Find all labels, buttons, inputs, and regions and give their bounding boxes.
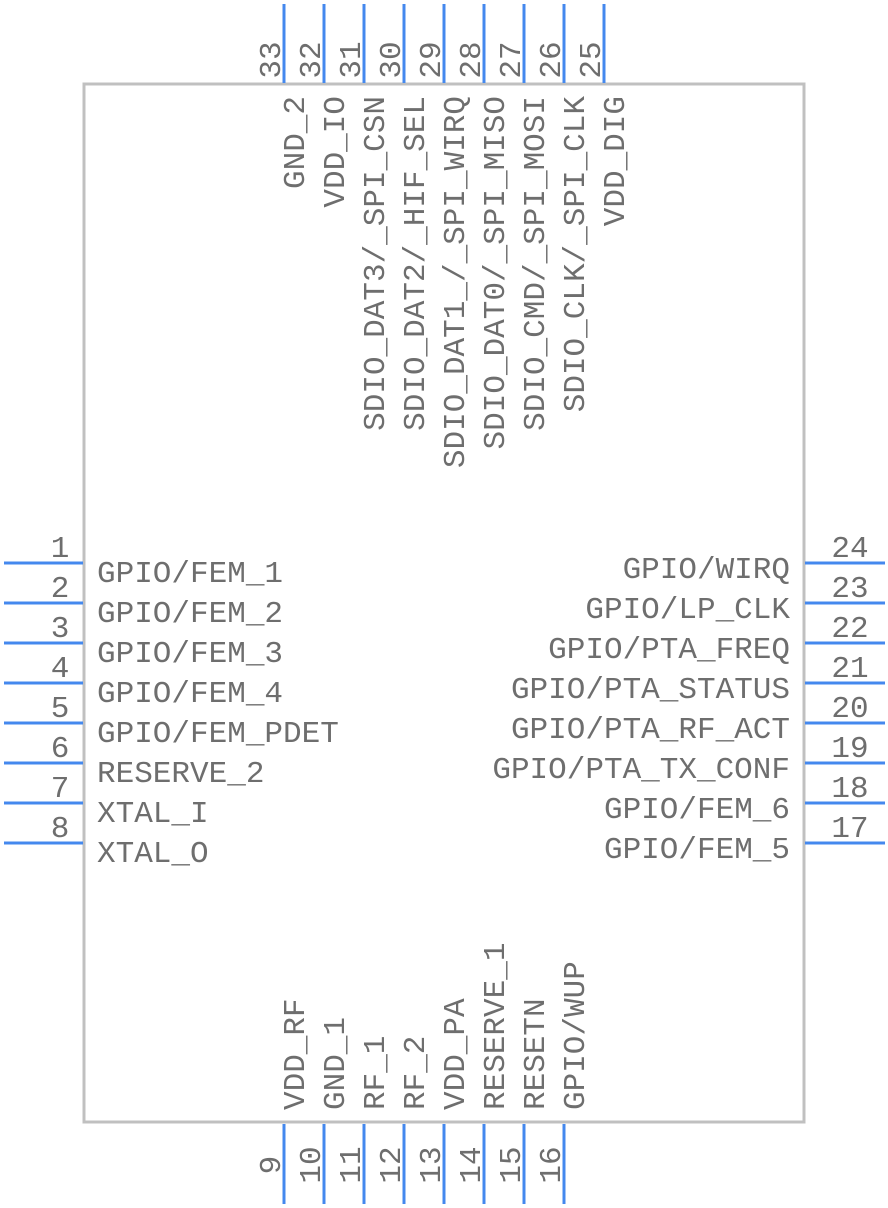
pin-20-number: 20 (831, 692, 868, 727)
pin-4-number: 4 (51, 652, 70, 687)
pin-12-number: 12 (375, 1146, 410, 1183)
pin-22-number: 22 (831, 612, 868, 647)
pin-15-name: RESETN (519, 998, 554, 1110)
pin-17-name: GPIO/FEM_5 (604, 833, 790, 868)
pin-18-name: GPIO/FEM_6 (604, 793, 790, 828)
pin-14-name: RESERVE_1 (479, 943, 514, 1110)
pin-21-name: GPIO/PTA_STATUS (511, 673, 790, 708)
pin-10-name: GND_1 (319, 1017, 354, 1110)
pin-12-name: RF_2 (399, 1036, 434, 1110)
pin-28-number: 28 (455, 41, 490, 78)
pin-31-number: 31 (335, 41, 370, 78)
pin-25-name: VDD_DIG (599, 96, 634, 226)
pin-5-name: GPIO/FEM_PDET (97, 717, 339, 752)
pin-26-name: SDIO_CLK/_SPI_CLK (559, 96, 594, 413)
pin-33-name: GND_2 (279, 96, 314, 189)
pin-3-number: 3 (51, 612, 70, 647)
pin-7-number: 7 (51, 772, 70, 807)
pin-32-name: VDD_IO (319, 96, 354, 208)
pin-26-number: 26 (535, 41, 570, 78)
pin-27-number: 27 (495, 41, 530, 78)
pin-1-name: GPIO/FEM_1 (97, 557, 283, 592)
pin-32-number: 32 (295, 41, 330, 78)
pin-23-name: GPIO/LP_CLK (585, 593, 790, 628)
ic-schematic-symbol: 1 GPIO/FEM_1 2 GPIO/FEM_2 3 GPIO/FEM_3 4 GPIO/F… (4, 4, 885, 1204)
pin-16-name: GPIO/WUP (559, 961, 594, 1110)
pin-9-name: VDD_RF (279, 998, 314, 1110)
pin-19-name: GPIO/PTA_TX_CONF (492, 753, 790, 788)
pin-24-name: GPIO/WIRQ (623, 553, 790, 588)
pin-1-number: 1 (51, 532, 70, 567)
pin-3-name: GPIO/FEM_3 (97, 637, 283, 672)
pin-15-number: 15 (495, 1146, 530, 1183)
pin-22-name: GPIO/PTA_FREQ (548, 633, 790, 668)
pin-13-number: 13 (415, 1146, 450, 1183)
pin-18-number: 18 (831, 772, 868, 807)
pin-2-name: GPIO/FEM_2 (97, 597, 283, 632)
pin-29-number: 29 (415, 41, 450, 78)
pin-17-number: 17 (831, 812, 868, 847)
pin-4-name: GPIO/FEM_4 (97, 677, 283, 712)
pin-11-number: 11 (335, 1146, 370, 1183)
pin-23-number: 23 (831, 572, 868, 607)
pin-2-number: 2 (51, 572, 70, 607)
pin-19-number: 19 (831, 732, 868, 767)
pin-24-number: 24 (831, 532, 868, 567)
pin-20-name: GPIO/PTA_RF_ACT (511, 713, 790, 748)
pin-11-name: RF_1 (359, 1036, 394, 1110)
pin-5-number: 5 (51, 692, 70, 727)
pin-29-name: SDIO_DAT1_/_SPI_WIRQ (439, 96, 474, 468)
pin-10-number: 10 (295, 1146, 330, 1183)
pin-27-name: SDIO_CMD/_SPI_MOSI (519, 96, 554, 431)
pin-30-name: SDIO_DAT2/_HIF_SEL (399, 96, 434, 431)
pin-30-number: 30 (375, 41, 410, 78)
pin-6-name: RESERVE_2 (97, 757, 264, 792)
pin-6-number: 6 (51, 732, 70, 767)
pin-8-name: XTAL_O (97, 837, 209, 872)
pin-7-name: XTAL_I (97, 797, 209, 832)
pin-8-number: 8 (51, 812, 70, 847)
pin-13-name: VDD_PA (439, 998, 474, 1110)
pin-25-number: 25 (575, 41, 610, 78)
pin-14-number: 14 (455, 1146, 490, 1183)
pin-28-name: SDIO_DAT0/_SPI_MISO (479, 96, 514, 449)
pin-33-number: 33 (255, 41, 290, 78)
pin-31-name: SDIO_DAT3/_SPI_CSN (359, 96, 394, 431)
pin-9-number: 9 (255, 1156, 290, 1175)
pin-21-number: 21 (831, 652, 868, 687)
pin-16-number: 16 (535, 1146, 570, 1183)
